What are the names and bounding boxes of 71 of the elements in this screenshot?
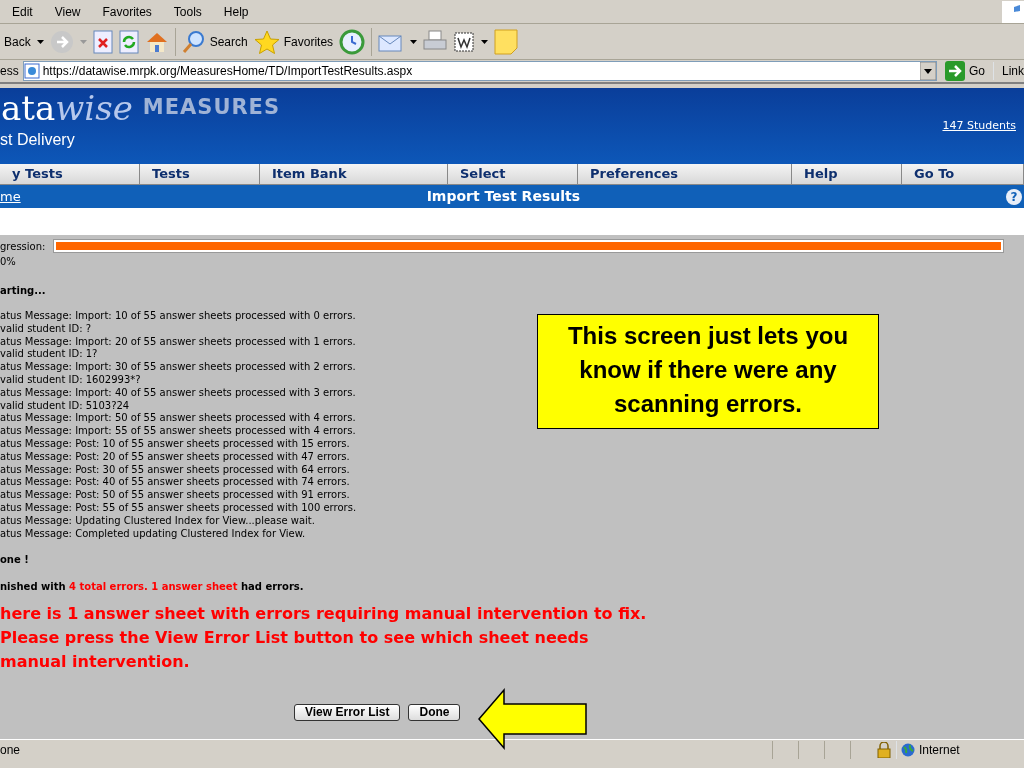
status-heading: arting... [0, 284, 46, 298]
favorites-button[interactable]: Favorites [253, 29, 334, 54]
links-button[interactable]: Link [993, 62, 1024, 80]
dropdown-caret-icon[interactable] [410, 39, 418, 44]
menu-item[interactable]: Tools [161, 2, 212, 21]
dropdown-caret-icon[interactable] [36, 39, 44, 44]
back-button[interactable]: Back [4, 32, 31, 51]
go-arrow-icon [944, 61, 965, 81]
menu-item[interactable]: Help [211, 2, 259, 21]
log-line: atus Message: Post: 50 of 55 answer sheets processed with 91 errors. [0, 489, 350, 502]
warning-message: Please press the View Error List button to see which sheet needs [0, 627, 590, 650]
log-line: atus Message: Import: 30 of 55 answer sheets processed with 2 errors. [0, 361, 356, 374]
nav-tab[interactable]: Select [448, 164, 578, 184]
word-document-icon[interactable] [453, 30, 476, 53]
log-line: valid student ID: ? [0, 322, 92, 336]
log-line: atus Message: Post: 40 of 55 answer sheets processed with 74 errors. [0, 476, 350, 490]
log-line: atus Message: Import: 55 of 55 answer sheets processed with 4 errors. [0, 425, 356, 438]
log-line: valid student ID: 1602993*? [0, 374, 141, 387]
log-line: atus Message: Post: 30 of 55 answer sheets processed with 64 errors. [0, 463, 350, 477]
dropdown-caret-icon[interactable] [481, 39, 489, 44]
nav-tab[interactable]: y Tests [0, 164, 140, 184]
home-link[interactable]: me [0, 186, 21, 207]
nav-tab[interactable]: Go To [902, 164, 1024, 184]
log-line: valid student ID: 5103?24 [0, 399, 130, 413]
status-text: one [0, 741, 22, 759]
page-icon [23, 63, 40, 79]
dropdown-caret-icon[interactable] [919, 62, 936, 80]
log-line: atus Message: Post: 10 of 55 answer sheets processed with 15 errors. [0, 437, 350, 451]
log-line: atus Message: Completed updating Clustered Index for View. [0, 527, 306, 541]
menu-item[interactable]: View [42, 2, 91, 21]
zone-label: Internet [919, 741, 960, 759]
log-line: atus Message: Import: 10 of 55 answer sheets processed with 0 errors. [0, 310, 356, 323]
help-button[interactable]: ? [1006, 188, 1022, 205]
warning-message: here is 1 answer sheet with errors requiring manual intervention to fix. [0, 603, 648, 626]
nav-tab[interactable]: Item Bank [260, 164, 448, 184]
students-link[interactable]: 147 Students [942, 119, 1016, 132]
globe-icon [901, 742, 915, 757]
nav-tab[interactable]: Tests [140, 164, 260, 184]
site-subtitle: st Delivery [0, 130, 76, 150]
lock-icon [876, 741, 892, 758]
page-title: Import Test Results [425, 187, 582, 206]
summary-text: nished with 4 total errors. 1 answer sheet had errors. [0, 580, 305, 595]
search-button[interactable]: Search [181, 29, 248, 54]
stop-icon[interactable] [92, 29, 113, 54]
go-button[interactable]: Go [940, 61, 989, 81]
progress-label: gression: [0, 240, 46, 254]
address-field[interactable]: https://datawise.mrpk.org/MeasuresHome/TD/ImportTestResults.aspx [22, 61, 937, 81]
progress-percent: 0% [0, 255, 17, 269]
warning-message: manual intervention. [0, 651, 191, 674]
nav-tab[interactable]: Preferences [578, 164, 792, 184]
history-clock-icon[interactable] [339, 28, 366, 55]
form-button[interactable]: View Error List [294, 704, 401, 722]
done-message: one ! [0, 553, 30, 568]
menu-item[interactable]: Favorites [90, 2, 162, 21]
logo: atawise [1, 88, 133, 128]
log-line: atus Message: Post: 55 of 55 answer sheets processed with 100 errors. [0, 501, 357, 515]
log-line: atus Message: Import: 50 of 55 answer sheets processed with 4 errors. [0, 412, 356, 426]
star-icon [253, 29, 280, 54]
form-button[interactable]: Done [408, 704, 461, 722]
callout-note: This screen just lets you know if there were any scanning errors. [537, 314, 879, 429]
refresh-icon[interactable] [118, 29, 139, 54]
log-line: atus Message: Updating Clustered Index for View...please wait. [0, 514, 315, 528]
log-line: valid student ID: 1? [0, 348, 98, 362]
menu-item[interactable]: Edit [0, 2, 43, 21]
address-label: ess [0, 63, 19, 80]
magnifier-icon [181, 29, 206, 54]
log-line: atus Message: Import: 20 of 55 answer sheets processed with 1 errors. [0, 335, 356, 349]
log-line: atus Message: Import: 40 of 55 answer sheets processed with 3 errors. [0, 386, 356, 400]
product-name: MEASURES [142, 94, 281, 122]
nav-tab[interactable]: Help [792, 164, 902, 184]
log-line: atus Message: Post: 20 of 55 answer sheets processed with 47 errors. [0, 450, 350, 464]
